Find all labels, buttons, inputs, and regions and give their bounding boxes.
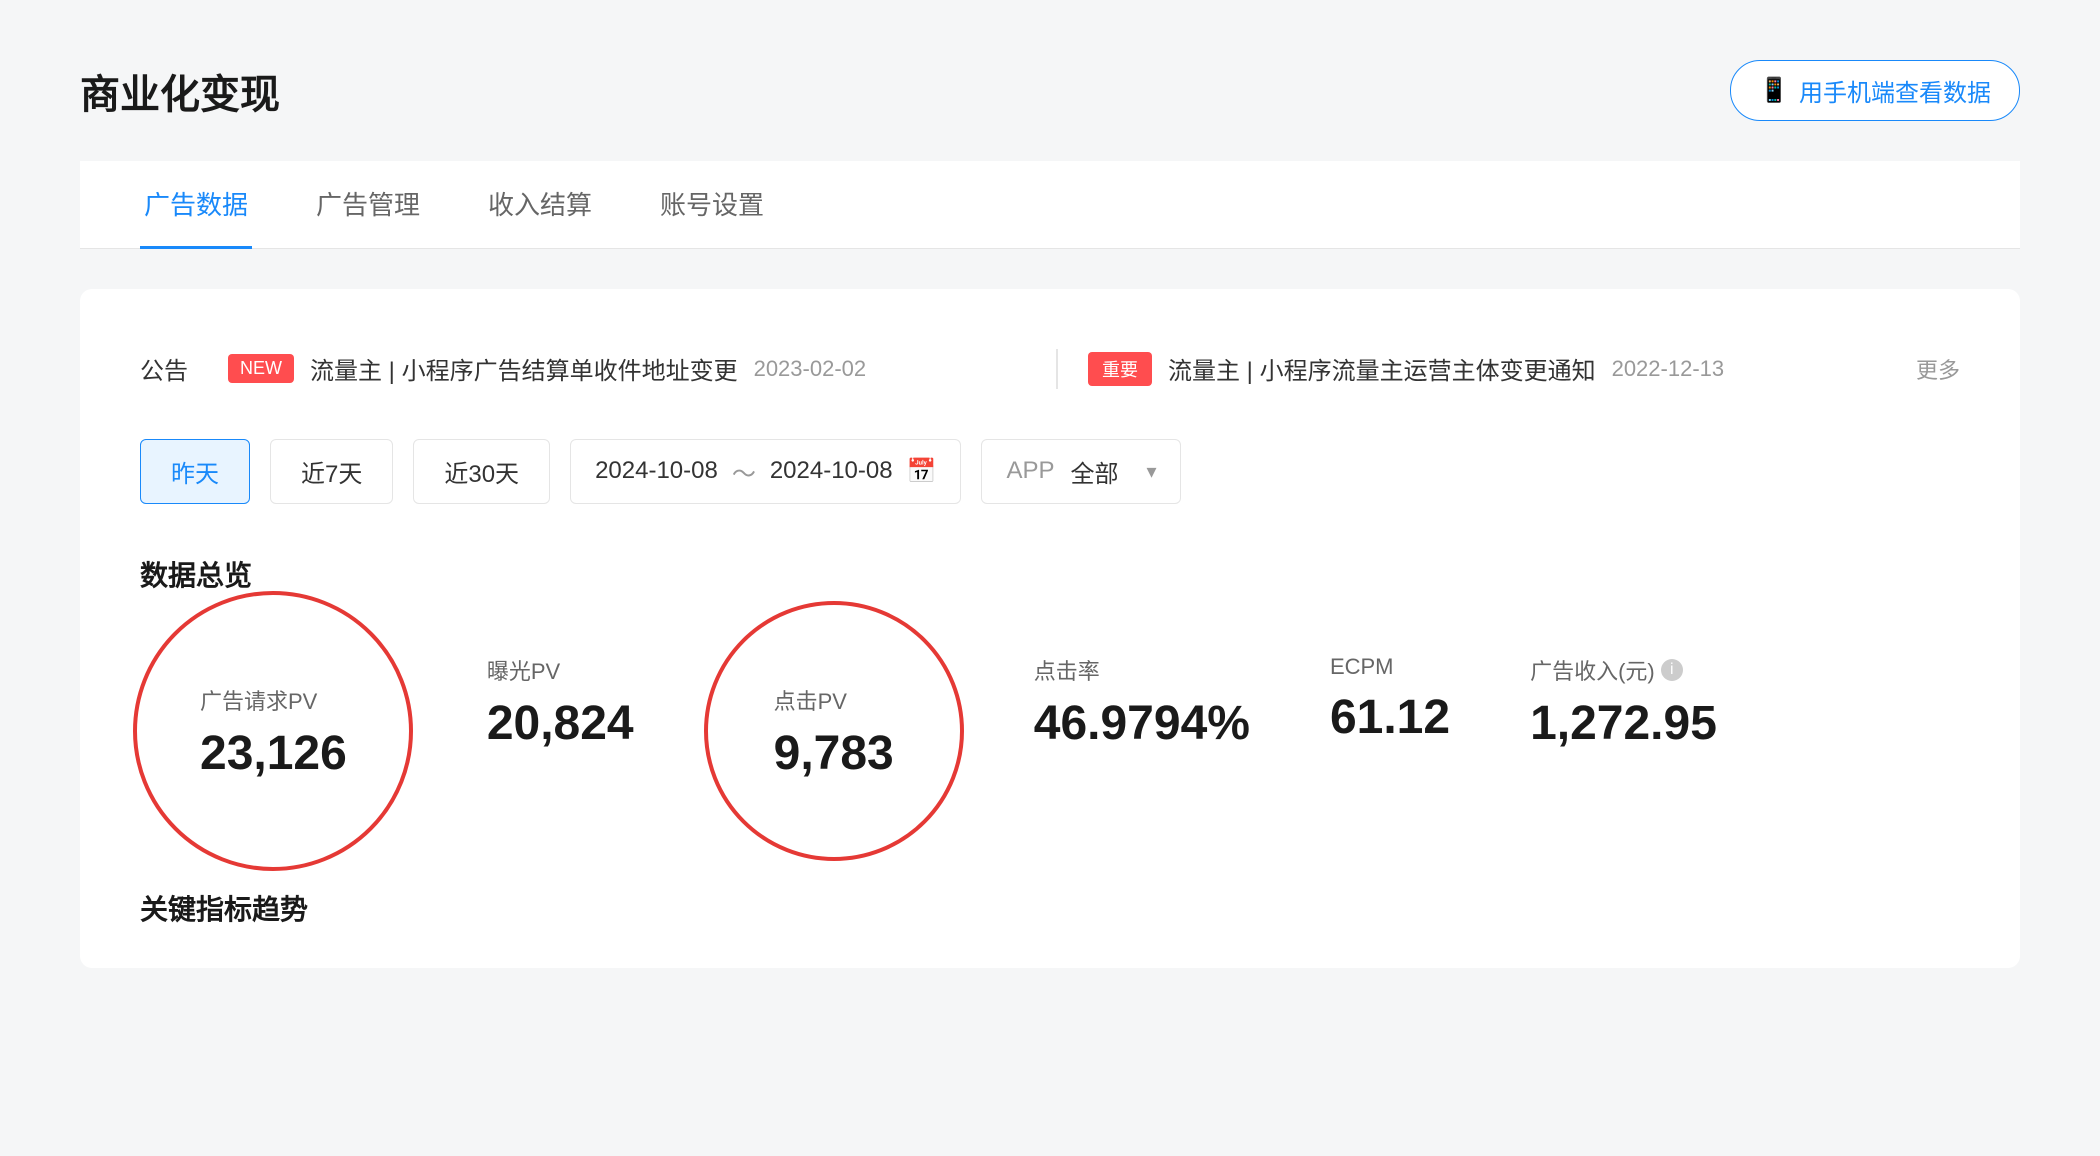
metric-wrapper-ctr: 点击率 46.9794% [1034, 634, 1250, 768]
metric-ecpm: ECPM 61.12 [1330, 654, 1450, 742]
metric-value-impression: 20,824 [487, 700, 634, 748]
tab-ad-management[interactable]: 广告管理 [312, 161, 424, 249]
announcement-text-1[interactable]: 流量主 | 小程序广告结算单收件地址变更 [310, 351, 738, 386]
app-filter-label: APP [1006, 457, 1054, 485]
metric-value-ad-request: 23,126 [200, 730, 347, 778]
date-range-picker[interactable]: 2024-10-08 ～ 2024-10-08 📅 [570, 439, 961, 504]
mobile-icon: 📱 [1759, 76, 1789, 105]
date-separator: ～ [732, 454, 756, 489]
app-filter-value: 全部 [1071, 454, 1119, 489]
mobile-btn-label: 用手机端查看数据 [1799, 73, 1991, 108]
announcement-item-2: 重要 流量主 | 小程序流量主运营主体变更通知 2022-12-13 [1088, 351, 1886, 386]
section-title: 数据总览 [140, 554, 1960, 594]
page-title: 商业化变现 [80, 62, 280, 120]
header-row: 商业化变现 📱 用手机端查看数据 [80, 60, 2020, 121]
metric-value-ecpm: 61.12 [1330, 694, 1450, 742]
metric-label-revenue: 广告收入(元) i [1530, 654, 1717, 686]
badge-new: NEW [228, 354, 294, 383]
main-content-card: 公告 NEW 流量主 | 小程序广告结算单收件地址变更 2023-02-02 重… [80, 289, 2020, 968]
metric-impression-pv: 曝光PV 20,824 [487, 654, 634, 748]
metric-ctr: 点击率 46.9794% [1034, 654, 1250, 748]
filter-7days[interactable]: 近7天 [270, 439, 393, 504]
metric-label-ad-request: 广告请求PV [200, 684, 347, 716]
metric-label-click: 点击PV [774, 684, 894, 716]
calendar-icon: 📅 [907, 457, 937, 486]
metric-click-pv: 点击PV 9,783 [774, 684, 894, 778]
date-end: 2024-10-08 [770, 457, 893, 485]
announcement-text-2[interactable]: 流量主 | 小程序流量主运营主体变更通知 [1168, 351, 1596, 386]
announcement-date-1: 2023-02-02 [754, 356, 867, 382]
page-container: 商业化变现 📱 用手机端查看数据 广告数据 广告管理 收入结算 账号设置 公告 [0, 0, 2100, 1038]
metric-label-ecpm: ECPM [1330, 654, 1450, 680]
metric-wrapper-ecpm: ECPM 61.12 [1330, 634, 1450, 762]
app-filter-dropdown[interactable]: APP 全部 ▾ [981, 439, 1181, 504]
metric-ad-request-pv: 广告请求PV 23,126 [200, 684, 347, 778]
metric-wrapper-ad-request: 广告请求PV 23,126 [140, 634, 407, 828]
filter-row: 昨天 近7天 近30天 2024-10-08 ～ 2024-10-08 📅 AP… [140, 439, 1960, 504]
metric-value-ctr: 46.9794% [1034, 700, 1250, 748]
tab-revenue[interactable]: 收入结算 [484, 161, 596, 249]
announcement-label: 公告 [140, 351, 188, 386]
chevron-down-icon: ▾ [1146, 459, 1156, 484]
info-icon[interactable]: i [1661, 659, 1683, 681]
key-trends-title: 关键指标趋势 [140, 888, 1960, 928]
data-overview-section: 数据总览 广告请求PV 23,126 曝光PV [140, 554, 1960, 828]
announcement-row: 公告 NEW 流量主 | 小程序广告结算单收件地址变更 2023-02-02 重… [140, 329, 1960, 409]
filter-yesterday[interactable]: 昨天 [140, 439, 250, 504]
date-start: 2024-10-08 [595, 457, 718, 485]
metric-label-ctr: 点击率 [1034, 654, 1250, 686]
metrics-grid: 广告请求PV 23,126 曝光PV 20,824 [140, 634, 1960, 828]
badge-important: 重要 [1088, 352, 1152, 386]
announcement-divider [1056, 349, 1058, 389]
metric-value-click: 9,783 [774, 730, 894, 778]
metric-wrapper-revenue: 广告收入(元) i 1,272.95 [1530, 634, 1717, 768]
mobile-view-button[interactable]: 📱 用手机端查看数据 [1730, 60, 2020, 121]
metric-label-impression: 曝光PV [487, 654, 634, 686]
metric-wrapper-click: 点击PV 9,783 [714, 634, 954, 828]
announcement-date-2: 2022-12-13 [1612, 356, 1725, 382]
tab-ad-data[interactable]: 广告数据 [140, 161, 252, 249]
metric-wrapper-impression: 曝光PV 20,824 [487, 634, 634, 768]
filter-30days[interactable]: 近30天 [413, 439, 550, 504]
tabs-row: 广告数据 广告管理 收入结算 账号设置 [80, 161, 2020, 249]
announcement-item-1: NEW 流量主 | 小程序广告结算单收件地址变更 2023-02-02 [228, 351, 1026, 386]
tab-account[interactable]: 账号设置 [656, 161, 768, 249]
more-link[interactable]: 更多 [1916, 353, 1960, 385]
metric-value-revenue: 1,272.95 [1530, 700, 1717, 748]
metric-ad-revenue: 广告收入(元) i 1,272.95 [1530, 654, 1717, 748]
